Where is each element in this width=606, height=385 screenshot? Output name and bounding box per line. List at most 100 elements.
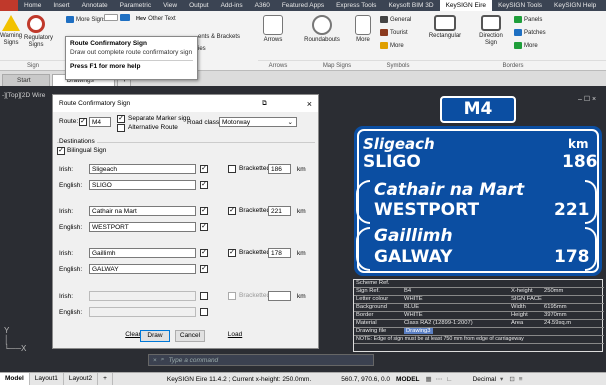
bracketed-checkbox-2[interactable]: ✓ [228, 207, 236, 215]
layout-tab-layout1[interactable]: Layout1 [30, 373, 64, 385]
cancel-button[interactable]: Cancel [175, 330, 205, 342]
viewport-label[interactable]: -][Top][2D Wire [2, 92, 45, 99]
english-checkbox-3[interactable]: ✓ [200, 265, 208, 273]
add-layout-button[interactable]: + [98, 373, 113, 385]
km-label-2: km [297, 208, 306, 215]
panels-label: Panels [524, 16, 543, 23]
menu-addins[interactable]: Add-ins [215, 0, 249, 11]
menu-a360[interactable]: A360 [249, 0, 276, 11]
more-borders-button[interactable]: More [514, 42, 538, 49]
km-input-3[interactable]: 178 [268, 248, 291, 258]
irish-checkbox-2[interactable]: ✓ [200, 207, 208, 215]
tourist-icon [380, 29, 388, 36]
english-input-4[interactable] [89, 307, 196, 317]
irish-input-1[interactable]: Sligeach [89, 164, 196, 174]
close-icon[interactable]: × [153, 357, 157, 364]
lines-button[interactable]: ies [198, 46, 206, 52]
more-signs-button[interactable]: More Signs [66, 16, 106, 23]
menu-express-tools[interactable]: Express Tools [330, 0, 382, 11]
dialog-titlebar: Route Confirmatory Sign ⧉ × [53, 95, 318, 112]
patches-button[interactable]: Patches [514, 29, 546, 36]
irish-input-4[interactable] [89, 291, 196, 301]
bracketed-checkbox-1[interactable] [228, 165, 236, 173]
menu-keysoft-bim[interactable]: Keysoft BIM 3D [382, 0, 439, 11]
menu-keysign-help[interactable]: KeySIGN Help [548, 0, 602, 11]
status-bar: Model Layout1 Layout2 + KeySIGN Eire 11.… [0, 372, 606, 385]
grid-icon[interactable]: ▦ [426, 375, 432, 383]
roundabouts-button[interactable]: Roundabouts [298, 15, 346, 44]
bracketed-checkbox-3[interactable]: ✓ [228, 249, 236, 257]
units-select[interactable]: Decimal [473, 376, 496, 383]
dialog-title: Route Confirmatory Sign [59, 100, 131, 107]
more-symbols-button[interactable]: More [380, 42, 404, 49]
km-input-2[interactable]: 221 [268, 206, 291, 216]
tooltip-help: Press F1 for more help [70, 63, 141, 70]
draw-button[interactable]: Draw [140, 330, 170, 342]
english-checkbox-2[interactable]: ✓ [200, 223, 208, 231]
fullscreen-icon[interactable]: ⊡ [509, 375, 514, 383]
separate-marker-label: Separate Marker sign [128, 115, 191, 122]
sign-line1-irish: Sligeach [363, 135, 435, 153]
settings-icon[interactable]: ≡ [519, 376, 523, 383]
menu-home[interactable]: Home [18, 0, 47, 11]
menu-featured-apps[interactable]: Featured Apps [276, 0, 330, 11]
panels-button[interactable]: Panels [514, 16, 542, 23]
menu-keysign-tools[interactable]: KeySIGN Tools [492, 0, 548, 11]
layout-tab-layout2[interactable]: Layout2 [64, 373, 99, 385]
window-controls[interactable]: – ☐ × [578, 95, 596, 103]
menu-view[interactable]: View [157, 0, 183, 11]
direction-sign-button[interactable]: Direction Sign [474, 15, 508, 47]
bracket-left-galway [356, 227, 370, 271]
english-checkbox-4[interactable] [200, 308, 208, 316]
dialog-restore-icon[interactable]: ⧉ [262, 100, 267, 108]
more-map-button[interactable]: More [352, 15, 374, 44]
irish-checkbox-3[interactable]: ✓ [200, 249, 208, 257]
bilingual-checkbox[interactable]: ✓ [57, 147, 65, 155]
route-input[interactable]: M4 [89, 117, 111, 127]
app-menu-button[interactable] [0, 0, 18, 11]
other-text-button[interactable]: Hev Other Text [136, 16, 176, 22]
tab-start[interactable]: Start [2, 74, 50, 86]
snap-icon[interactable]: ⋯ [436, 375, 443, 383]
rectangular-button[interactable]: Rectangular [420, 15, 470, 40]
tourist-button[interactable]: Tourist [380, 29, 408, 36]
english-input-2[interactable]: WESTPORT [89, 222, 196, 232]
road-class-select[interactable]: Motorway ⌄ [219, 117, 297, 127]
regulatory-signs-button[interactable]: Regulatory Signs [24, 15, 53, 49]
alternative-route-checkbox[interactable] [117, 124, 125, 132]
schedule-title: Scheme Ref. [356, 280, 390, 286]
english-input-1[interactable]: SLIGO [89, 180, 196, 190]
route-checkbox[interactable]: ✓ [79, 118, 87, 126]
irish-input-3[interactable]: Gaillimh [89, 248, 196, 258]
warning-signs-button[interactable]: Warning Signs [0, 15, 22, 47]
irish-input-2[interactable]: Cathair na Mart [89, 206, 196, 216]
separate-marker-checkbox[interactable]: ✓ [117, 115, 125, 123]
dialog-close-icon[interactable]: × [307, 99, 312, 109]
irish-checkbox-1[interactable]: ✓ [200, 165, 208, 173]
background-label: Background [356, 304, 387, 310]
warning-signs-label: Warning Signs [0, 33, 23, 46]
command-line[interactable]: × ⌕ Type a command [148, 354, 374, 366]
load-button[interactable]: Load [219, 330, 251, 342]
irish-checkbox-4[interactable] [200, 292, 208, 300]
elements-brackets-button[interactable]: ents & Brackets [198, 34, 240, 40]
english-input-3[interactable]: GALWAY [89, 264, 196, 274]
menu-output[interactable]: Output [183, 0, 215, 11]
menu-annotate[interactable]: Annotate [76, 0, 114, 11]
menu-parametric[interactable]: Parametric [114, 0, 157, 11]
menu-keysign-eire[interactable]: KeySIGN Eire [439, 0, 493, 11]
letter-colour-value: WHITE [404, 296, 423, 302]
menu-insert[interactable]: Insert [47, 0, 75, 11]
layout-tab-model[interactable]: Model [0, 373, 30, 385]
arrows-button[interactable]: Arrows [258, 15, 288, 44]
chevron-down-icon[interactable]: ▾ [500, 375, 503, 383]
km-input-4[interactable] [268, 291, 291, 301]
model-space-button[interactable]: MODEL [396, 376, 419, 383]
general-button[interactable]: General [380, 16, 411, 23]
command-input[interactable]: Type a command [168, 357, 218, 364]
km-input-1[interactable]: 186 [268, 164, 291, 174]
ortho-icon[interactable]: ∟ [446, 376, 452, 383]
irish-label-1: Irish: [59, 166, 74, 173]
english-checkbox-1[interactable]: ✓ [200, 181, 208, 189]
bracketed-checkbox-4[interactable] [228, 292, 236, 300]
